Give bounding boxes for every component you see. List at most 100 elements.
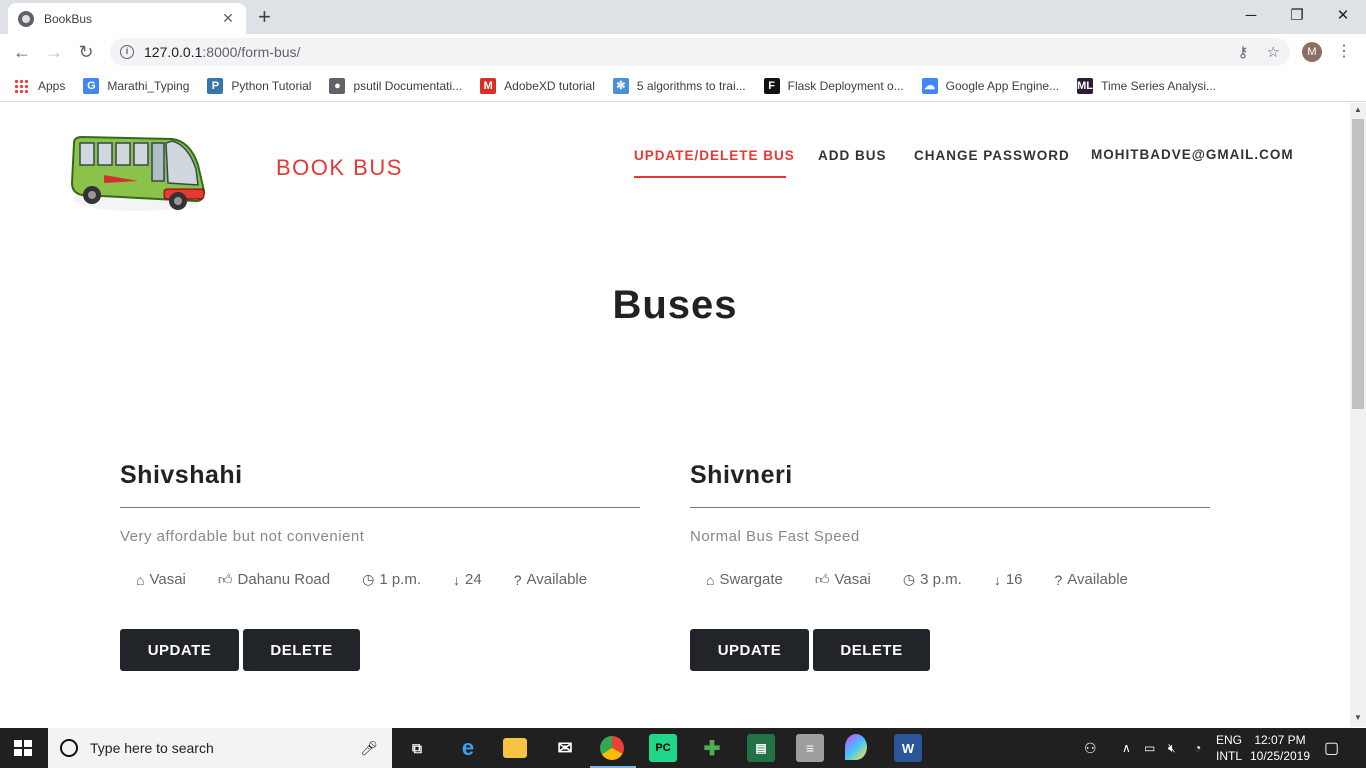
bus-seats: 24 [465, 571, 482, 588]
medium-icon: M [480, 77, 497, 94]
nav-user-email[interactable]: MOHITBADVE@GMAIL.COM [1091, 147, 1294, 162]
thumbs-up-icon: 👍︎ [217, 571, 233, 587]
menu-icon[interactable]: ⋮ [1336, 41, 1352, 61]
bus-card: Shivshahi Very affordable but not conven… [120, 461, 640, 671]
bus-card: Shivneri Normal Bus Fast Speed ⌂ Swargate… [690, 461, 1210, 671]
edge-icon[interactable]: e [454, 734, 482, 762]
update-button[interactable]: UPDATE [120, 629, 239, 671]
file-explorer-icon[interactable] [503, 738, 527, 758]
spreadsheet-icon[interactable]: ▤ [747, 734, 775, 762]
git-icon[interactable]: ✚ [698, 734, 726, 762]
sort-numeric-icon: ↓ [993, 571, 1001, 588]
task-view-icon[interactable]: ⧉ [403, 734, 431, 762]
chevron-up-icon[interactable]: ∧ [1122, 728, 1131, 768]
bookmark-item[interactable]: P Python Tutorial [207, 77, 312, 94]
restore-icon[interactable]: ❐ [1274, 0, 1320, 30]
taskbar-clock[interactable]: 12:07 PM 10/25/2019 [1248, 732, 1312, 764]
bookmark-label: Flask Deployment o... [787, 78, 904, 93]
mail-icon[interactable]: ✉ [551, 734, 579, 762]
apps-grid-icon [14, 78, 28, 93]
clock-date: 10/25/2019 [1249, 749, 1311, 763]
minimize-icon[interactable]: ─ [1228, 0, 1274, 30]
nav-add-bus[interactable]: ADD BUS [818, 148, 887, 163]
bus-logo[interactable] [68, 129, 208, 215]
delete-button[interactable]: DELETE [243, 629, 360, 671]
notifications-icon[interactable]: ▢ [1324, 728, 1339, 768]
cloud-icon: ☁ [921, 77, 938, 94]
windows-start-icon[interactable] [14, 740, 32, 756]
language-code: ENG [1216, 733, 1243, 747]
bookmark-item[interactable]: Apps [14, 78, 65, 93]
close-window-icon[interactable]: ✕ [1320, 0, 1366, 30]
word-icon[interactable]: W [894, 734, 922, 762]
nav-change-password[interactable]: CHANGE PASSWORD [914, 148, 1070, 163]
key-icon[interactable]: ⚷ [1238, 43, 1249, 61]
update-button[interactable]: UPDATE [690, 629, 809, 671]
home-icon: ⌂ [136, 571, 145, 588]
volume-icon[interactable]: 🔇︎ [1168, 728, 1176, 768]
globe-icon [18, 10, 34, 27]
profile-avatar[interactable]: M [1302, 42, 1322, 62]
microphone-icon[interactable]: 🎤︎ [360, 740, 378, 757]
bookmark-item[interactable]: ● psutil Documentati... [329, 77, 463, 94]
url-path: :8000/form-bus/ [202, 44, 301, 60]
scroll-down-icon[interactable]: ▼ [1354, 713, 1362, 722]
bookmark-label: psutil Documentati... [353, 78, 463, 93]
bus-time: 3 p.m. [920, 571, 962, 588]
pycharm-icon[interactable]: PC [649, 734, 677, 762]
bookmark-item[interactable]: ML Time Series Analysi... [1077, 77, 1217, 94]
flask-icon: F [763, 77, 780, 94]
bookmark-label: Python Tutorial [231, 78, 312, 93]
url-host: 127.0.0.1 [144, 44, 203, 60]
google-icon: G [83, 77, 100, 94]
page-scrollbar[interactable]: ▲ ▼ [1350, 103, 1366, 727]
battery-icon[interactable]: ▭ [1144, 728, 1155, 768]
taskbar-search-placeholder: Type here to search [90, 740, 214, 756]
new-tab-button[interactable]: + [258, 6, 271, 28]
home-icon: ⌂ [706, 571, 715, 588]
browser-tab[interactable]: BookBus ✕ [8, 3, 246, 34]
cortana-icon [60, 739, 78, 757]
bus-source: Swargate [719, 571, 783, 588]
chrome-icon[interactable] [600, 736, 624, 760]
bookmark-item[interactable]: M AdobeXD tutorial [480, 77, 595, 94]
gear-icon: ✻ [612, 77, 629, 94]
brand-title[interactable]: BOOK BUS [276, 155, 403, 181]
address-bar[interactable]: i 127.0.0.1:8000/form-bus/ ⚷ ☆ [110, 38, 1290, 66]
language-indicator[interactable]: ENG INTL [1216, 732, 1242, 764]
paint-icon[interactable] [845, 734, 867, 760]
bookmark-label: AdobeXD tutorial [504, 78, 595, 93]
reload-icon[interactable]: ↻ [74, 41, 98, 63]
bus-source: Vasai [149, 571, 186, 588]
database-icon[interactable]: ≡ [796, 734, 824, 762]
star-icon[interactable]: ☆ [1267, 43, 1280, 61]
browser-toolbar: ← → ↻ i 127.0.0.1:8000/form-bus/ ⚷ ☆ M ⋮ [0, 34, 1366, 70]
bookmark-label: Time Series Analysi... [1101, 78, 1217, 93]
back-arrow-icon[interactable]: ← [10, 41, 34, 63]
nav-update-delete-bus[interactable]: UPDATE/DELETE BUS [634, 148, 795, 163]
delete-button[interactable]: DELETE [813, 629, 930, 671]
forward-arrow-icon[interactable]: → [42, 41, 66, 63]
divider [120, 507, 640, 508]
url-text[interactable]: 127.0.0.1:8000/form-bus/ [144, 44, 1220, 60]
bookmark-item[interactable]: ✻ 5 algorithms to trai... [612, 77, 746, 94]
bookmark-item[interactable]: G Marathi_Typing [83, 77, 189, 94]
bus-status: Available [1067, 571, 1128, 588]
taskbar-search[interactable]: Type here to search 🎤︎ [48, 728, 392, 768]
bookmark-item[interactable]: ☁ Google App Engine... [921, 77, 1060, 94]
wifi-icon[interactable]: ◔ [1194, 728, 1201, 768]
people-icon[interactable]: ⚇ [1084, 728, 1097, 768]
windows-taskbar: Type here to search 🎤︎ ⧉ e ✉ PC ✚ ▤ ≡ W … [0, 728, 1366, 768]
bookmark-label: Google App Engine... [945, 78, 1060, 93]
scroll-up-icon[interactable]: ▲ [1354, 105, 1362, 114]
bus-destination: Dahanu Road [237, 571, 331, 588]
bus-destination: Vasai [834, 571, 871, 588]
bus-time: 1 p.m. [379, 571, 422, 588]
close-tab-icon[interactable]: ✕ [220, 10, 236, 27]
page-title: Buses [612, 283, 738, 327]
scroll-thumb[interactable] [1352, 119, 1364, 409]
bus-description: Very affordable but not convenient [120, 528, 365, 545]
bookmark-item[interactable]: F Flask Deployment o... [763, 77, 904, 94]
site-info-icon[interactable]: i [120, 45, 134, 59]
clock-time: 12:07 PM [1254, 733, 1306, 747]
